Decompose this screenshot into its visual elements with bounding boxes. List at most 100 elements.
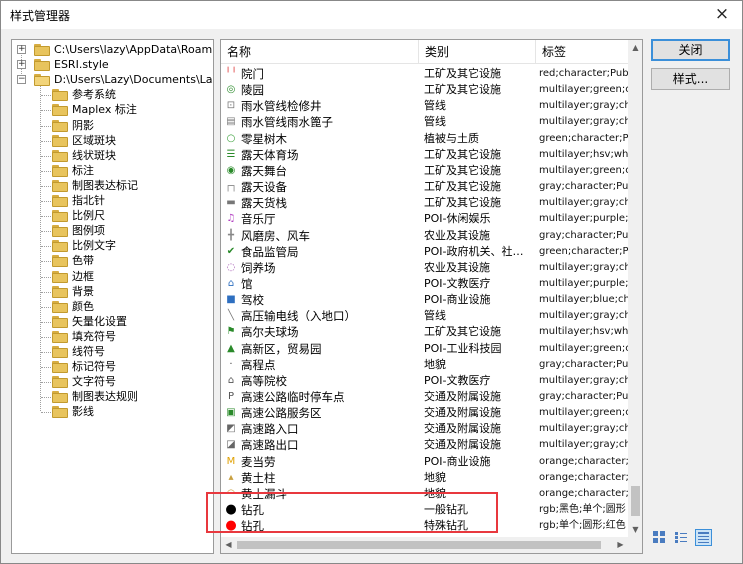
scroll-right-icon[interactable]: ▶	[613, 537, 628, 553]
horizontal-scroll-thumb[interactable]	[237, 541, 601, 549]
tree-item[interactable]: 图例项	[12, 223, 213, 238]
large-icons-view-icon[interactable]	[651, 529, 668, 546]
list-view-icon[interactable]	[673, 529, 690, 546]
symbol-category: 工矿及其它设施	[424, 147, 501, 161]
tree-item[interactable]: 阴影	[12, 118, 213, 133]
symbol-tags: multilayer;purple;pin	[539, 213, 628, 225]
column-header-name[interactable]: 名称	[221, 40, 419, 64]
tree-item[interactable]: 比例尺	[12, 208, 213, 223]
symbol-category: 交通及附属设施	[424, 438, 501, 452]
tree-item[interactable]: 制图表达规则	[12, 389, 213, 404]
tree-item[interactable]: Maplex 标注	[12, 102, 213, 117]
symbol-row[interactable]: ◉ 露天舞台 工矿及其它设施 multilayer;green;cha	[221, 163, 628, 179]
list-header: 名称 类别 标签	[221, 40, 628, 64]
symbol-row[interactable]: ⌂ 馆 POI-文教医疗 multilayer;purple;pin	[221, 276, 628, 292]
style-tree[interactable]: + C:\Users\lazy\AppData\Roaming\E + ESRI.st…	[11, 39, 214, 554]
column-header-tags[interactable]: 标签	[536, 40, 628, 64]
symbol-row[interactable]: M 麦当劳 POI-商业设施 orange;character;Pu	[221, 454, 628, 470]
tree-item[interactable]: 区域斑块	[12, 133, 213, 148]
details-view-icon[interactable]	[695, 529, 712, 546]
tree-item[interactable]: 矢量化设置	[12, 314, 213, 329]
close-icon[interactable]: ×	[712, 4, 732, 24]
symbol-row[interactable]: ⌂ 高等院校 POI-文教医疗 multilayer;gray;chara	[221, 373, 628, 389]
symbol-row[interactable]: ╋ 风磨房、风车 农业及其设施 gray;character;Publ	[221, 228, 628, 244]
tree-item[interactable]: 边框	[12, 269, 213, 284]
collapse-icon[interactable]: −	[17, 75, 26, 85]
scroll-left-icon[interactable]: ◀	[221, 537, 236, 553]
symbol-row[interactable]: ◌ 饲养场 农业及其设施 multilayer;gray;chara	[221, 260, 628, 276]
symbol-category: POI-政府机关、社…	[424, 244, 524, 258]
symbol-row[interactable]: ▤ 雨水管线雨水篦子 管线 multilayer;gray;chara	[221, 114, 628, 130]
symbol-name: 食品监管局	[241, 244, 299, 259]
folder-icon	[52, 225, 68, 238]
symbol-row[interactable]: ▲ 高新区，贸易园 POI-工业科技园 multilayer;green;cha	[221, 341, 628, 357]
horizontal-scrollbar[interactable]: ◀ ▶	[221, 537, 628, 553]
tree-item[interactable]: 填充符号	[12, 329, 213, 344]
tree-item[interactable]: 背景	[12, 284, 213, 299]
symbol-tags: multilayer;hsv;white	[539, 326, 628, 338]
symbol-row[interactable]: ▬ 露天货栈 工矿及其它设施 multilayer;gray;chara	[221, 195, 628, 211]
tree-item-label: 参考系统	[72, 88, 116, 102]
symbol-tags: gray;character;Publ	[539, 181, 628, 193]
tree-item[interactable]: 文字符号	[12, 374, 213, 389]
folder-icon	[52, 240, 68, 253]
column-header-category[interactable]: 类别	[419, 40, 536, 64]
symbol-row[interactable]: ■ 驾校 POI-商业设施 multilayer;blue;chara	[221, 292, 628, 308]
symbol-row[interactable]: ☰ 露天体育场 工矿及其它设施 multilayer;hsv;white	[221, 147, 628, 163]
symbol-row[interactable]: ✔ 食品监管局 POI-政府机关、社… green;character;Pul	[221, 244, 628, 260]
folder-icon	[52, 391, 68, 404]
symbol-row[interactable]: ▣ 高速公路服务区 交通及附属设施 multilayer;green;cha	[221, 405, 628, 421]
tree-item[interactable]: 线符号	[12, 344, 213, 359]
tree-item[interactable]: 比例文字	[12, 238, 213, 253]
tree-root-item[interactable]: + ESRI.style	[12, 57, 213, 72]
symbol-list[interactable]: 名称 类别 标签 ╵╵院门工矿及其它设施red;character;Public…	[220, 39, 643, 554]
tree-item[interactable]: 参考系统	[12, 87, 213, 102]
tree-item[interactable]: 标注	[12, 163, 213, 178]
tree-item-label: 色带	[72, 254, 94, 268]
tree-item[interactable]: 线状斑块	[12, 148, 213, 163]
scroll-up-icon[interactable]: ▲	[628, 40, 642, 55]
symbol-category: 交通及附属设施	[424, 390, 501, 403]
folder-icon	[52, 285, 68, 298]
tree-root-item[interactable]: + C:\Users\lazy\AppData\Roaming\E	[12, 42, 213, 57]
scroll-down-icon[interactable]: ▼	[628, 522, 642, 537]
symbol-row[interactable]: ┌┐ 露天设备 工矿及其它设施 gray;character;Publ	[221, 179, 628, 195]
tree-item[interactable]: 制图表达标记	[12, 178, 213, 193]
tree-item[interactable]: 颜色	[12, 299, 213, 314]
symbol-category: 管线	[424, 99, 446, 113]
folder-icon	[52, 104, 68, 117]
tree-root-item[interactable]: − D:\Users\Lazy\Documents\Lazysh	[12, 72, 213, 87]
symbol-row[interactable]: ▴ 黄土柱 地貌 orange;character;Pu	[221, 470, 628, 486]
tree-item[interactable]: 指北针	[12, 193, 213, 208]
symbol-tags: multilayer;gray;chara	[539, 310, 628, 322]
tree-item-label: 线状斑块	[72, 148, 116, 162]
symbol-row[interactable]: ◩ 高速路入口 交通及附属设施 multilayer;gray;chara	[221, 421, 628, 437]
symbol-row[interactable]: ○ 零星树木 植被与土质 green;character;Pul	[221, 131, 628, 147]
styles-button[interactable]: 样式...	[651, 68, 730, 90]
symbol-name: 音乐厅	[241, 212, 276, 227]
symbol-row[interactable]: ⚑ 高尔夫球场 工矿及其它设施 multilayer;hsv;white	[221, 324, 628, 340]
folder-icon	[34, 44, 50, 56]
symbol-row[interactable]: ╲ 高压输电线（入地口） 管线 multilayer;gray;chara	[221, 308, 628, 324]
symbol-row[interactable]: P 高速公路临时停车点 交通及附属设施 gray;character;Publ	[221, 389, 628, 405]
symbol-row[interactable]: ╵╵院门 工矿及其它设施 red;character;Public	[221, 66, 628, 82]
symbol-name: 雨水管线雨水篦子	[241, 115, 333, 130]
symbol-row[interactable]: ◪ 高速路出口 交通及附属设施 multilayer;gray;chara	[221, 437, 628, 453]
symbol-row[interactable]: ⊡ 雨水管线检修井 管线 multilayer;gray;chara	[221, 98, 628, 114]
vertical-scroll-thumb[interactable]	[631, 486, 640, 516]
symbol-category: POI-文教医疗	[424, 276, 491, 290]
symbol-row[interactable]: ♫ 音乐厅 POI-休闲娱乐 multilayer;purple;pin	[221, 211, 628, 227]
symbol-name: 馆	[241, 276, 253, 291]
close-button[interactable]: 关闭	[651, 39, 730, 61]
folder-icon	[52, 330, 68, 343]
symbol-tags: multilayer;green;cha	[539, 164, 628, 176]
expand-icon[interactable]: +	[17, 45, 26, 54]
title-bar: 样式管理器 ×	[1, 1, 742, 29]
tree-item[interactable]: 标记符号	[12, 359, 213, 374]
symbol-row[interactable]: ◎ 陵园 工矿及其它设施 multilayer;green;cha	[221, 82, 628, 98]
symbol-row[interactable]: · 高程点 地貌 gray;character;Publ	[221, 357, 628, 373]
expand-icon[interactable]: +	[17, 60, 26, 70]
tree-item[interactable]: 色带	[12, 253, 213, 268]
tree-item[interactable]: 影线	[12, 404, 213, 419]
vertical-scrollbar[interactable]: ▲ ▼	[628, 40, 642, 537]
